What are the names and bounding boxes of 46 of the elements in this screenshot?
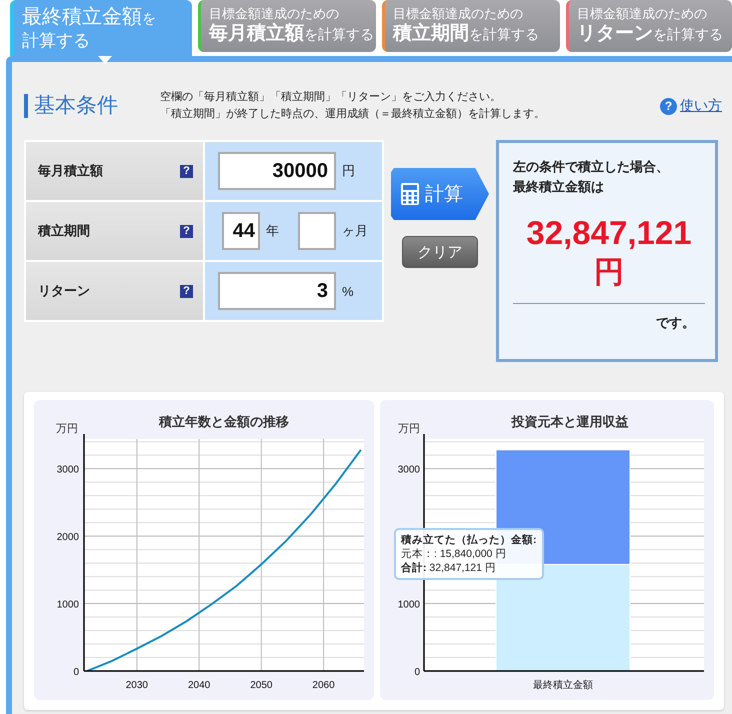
result-caption: 最終積立金額は	[513, 178, 605, 196]
field-label-cell: 毎月積立額 ?	[26, 142, 203, 200]
x-tick-label: 2050	[250, 680, 272, 691]
usage-link[interactable]: 使い方	[680, 97, 722, 115]
y-tick-label: 0	[73, 667, 79, 678]
y-tick-label: 1000	[56, 600, 79, 611]
calculator-icon	[401, 183, 419, 205]
field-label-cell: 積立期間 ?	[26, 202, 203, 260]
y-tick-label: 1000	[398, 600, 420, 611]
help-icon: ?	[660, 98, 677, 114]
x-category-label: 最終積立金額	[533, 680, 593, 691]
result-amount: 32,847,121	[525, 213, 693, 253]
section-title: 基本条件	[24, 94, 146, 118]
input-field[interactable]: 3	[218, 272, 336, 310]
calculate-button[interactable]: 計算	[391, 168, 489, 220]
field-label-cell: リターン ?	[26, 262, 203, 320]
instruction-text: 「積立期間」が終了した時点の、運用成績（＝最終積立金額）を計算します。	[160, 106, 546, 122]
y-tick-label: 3000	[398, 464, 420, 476]
clear-button[interactable]: クリア	[402, 236, 478, 268]
unit-label: ヶ月	[342, 222, 368, 240]
help-icon[interactable]: ?	[180, 164, 193, 178]
months-field[interactable]	[298, 212, 336, 250]
chart-title: 投資元本と運用収益	[512, 414, 628, 429]
y-tick-label: 3000	[56, 464, 79, 476]
y-tick-label: 0	[414, 667, 420, 678]
unit-label: %	[342, 284, 355, 298]
unit-label: 円	[342, 162, 356, 180]
years-field[interactable]: 44	[222, 212, 260, 250]
currency-label: 円	[593, 255, 625, 291]
instruction-text: 空欄の「毎月積立額」「積立期間」「リターン」をご入力ください。	[160, 90, 502, 105]
tooltip-text: 元本：: 15,840,000 円	[401, 547, 508, 561]
input-field[interactable]: 30000	[218, 152, 336, 190]
tooltip-text: 合計: 32,847,121 円	[401, 561, 497, 575]
result-caption: 左の条件で積立した場合、	[513, 158, 670, 176]
unit-label: 年	[266, 222, 280, 240]
x-tick-label: 2030	[126, 680, 148, 691]
result-suffix: です。	[655, 314, 696, 332]
x-tick-label: 2040	[188, 680, 210, 691]
x-tick-label: 2060	[312, 680, 335, 691]
axis-unit: 万円	[398, 423, 420, 435]
y-tick-label: 2000	[56, 532, 79, 544]
help-icon[interactable]: ?	[180, 284, 193, 298]
chart-title: 積立年数と金額の推移	[159, 414, 289, 429]
tooltip-text: 積み立てた（払った）金額:	[401, 533, 536, 547]
axis-unit: 万円	[56, 423, 78, 435]
help-icon[interactable]: ?	[180, 224, 193, 238]
